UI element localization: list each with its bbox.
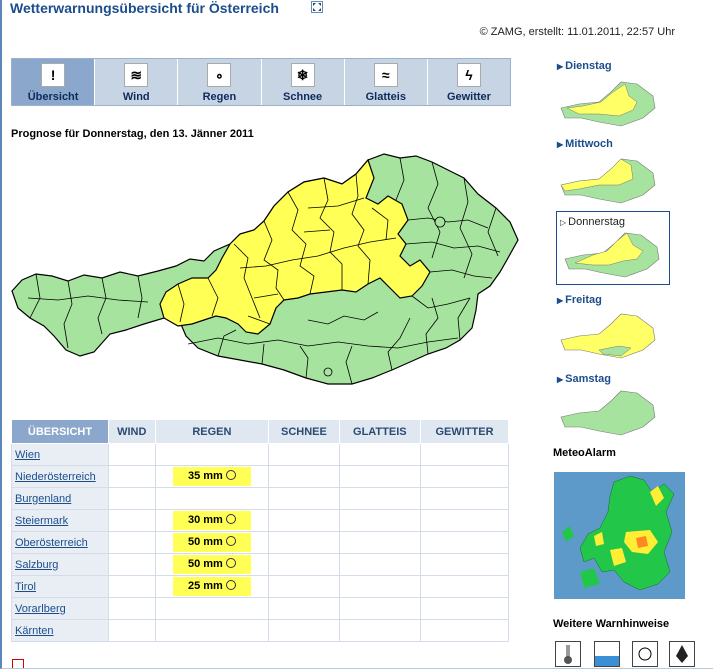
clock-icon <box>225 536 236 546</box>
tab-label: Wind <box>122 91 150 103</box>
rain-icon: ∘ <box>207 63 232 87</box>
table-row: Salzburg 50 mm <box>11 553 509 576</box>
region-link[interactable]: Oberösterreich <box>15 537 88 549</box>
tab-label: Schnee <box>283 91 323 103</box>
meteoalarm-europe-map[interactable] <box>554 472 685 599</box>
regen-warning[interactable]: 35 mm <box>172 467 251 486</box>
windsock-icon: ≋ <box>124 63 149 87</box>
regen-warning[interactable]: 25 mm <box>172 577 251 596</box>
tab-label: Regen <box>202 91 237 103</box>
tab-wind[interactable]: ≋ Wind <box>95 59 179 105</box>
regen-value: 35 mm <box>187 470 223 482</box>
arrow-right-icon: ▶ <box>557 140 564 149</box>
day-label: Dienstag <box>565 60 612 72</box>
thermometer-icon[interactable] <box>555 641 581 667</box>
fire-icon[interactable] <box>669 641 695 667</box>
table-row: Wien <box>11 443 509 466</box>
snowflake-icon: ❄ <box>290 63 315 87</box>
table-row: Kärnten <box>11 619 509 642</box>
mini-map-freitag[interactable] <box>559 310 659 362</box>
lightning-icon: ϟ <box>456 63 481 87</box>
weitere-warnhinweise-title: Weitere Warnhinweise <box>553 618 670 630</box>
table-row: Oberösterreich 50 mm <box>11 531 509 554</box>
day-link-freitag[interactable]: ▶ Freitag <box>557 294 602 306</box>
col-regen[interactable]: REGEN <box>154 419 270 444</box>
table-row: Steiermark 30 mm <box>11 509 509 532</box>
ice-icon: ≈ <box>373 63 398 87</box>
table-row: Vorarlberg <box>11 597 509 620</box>
day-label: Samstag <box>565 373 612 385</box>
day-label: Freitag <box>565 294 602 306</box>
day-label: Donnerstag <box>568 216 626 228</box>
region-link[interactable]: Vorarlberg <box>15 603 66 615</box>
col-uebersicht[interactable]: ÜBERSICHT <box>11 419 109 444</box>
region-link[interactable]: Wien <box>15 449 40 461</box>
table-row: Niederösterreich 35 mm <box>11 465 509 488</box>
regen-warning[interactable]: 30 mm <box>172 511 251 530</box>
col-schnee[interactable]: SCHNEE <box>268 419 340 444</box>
table-row: Burgenland <box>11 487 509 510</box>
arrow-right-icon: ▶ <box>557 62 564 71</box>
regen-value: 50 mm <box>187 536 223 548</box>
avalanche-icon[interactable] <box>632 641 658 667</box>
footer-marker <box>12 659 24 668</box>
tab-regen[interactable]: ∘ Regen <box>178 59 262 105</box>
warning-type-tabs: ! Übersicht ≋ Wind ∘ Regen ❄ Schnee ≈ Gl… <box>11 58 511 106</box>
region-link[interactable]: Steiermark <box>15 515 68 527</box>
arrow-right-icon: ▶ <box>557 296 564 305</box>
tab-label: Glatteis <box>365 91 406 103</box>
clock-icon <box>225 558 236 568</box>
regen-value: 50 mm <box>187 558 223 570</box>
austria-warning-map[interactable] <box>8 148 523 393</box>
tab-label: Übersicht <box>27 91 79 103</box>
day-link-samstag[interactable]: ▶ Samstag <box>557 373 611 385</box>
day-link-dienstag[interactable]: ▶ Dienstag <box>557 60 612 72</box>
mini-map-donnerstag[interactable] <box>563 229 663 281</box>
regen-value: 30 mm <box>187 514 223 526</box>
region-link[interactable]: Tirol <box>15 581 36 593</box>
arrow-right-icon: ▷ <box>560 218 567 227</box>
region-link[interactable]: Burgenland <box>15 493 71 505</box>
warning-table: ÜBERSICHT WIND REGEN SCHNEE GLATTEIS GEW… <box>11 419 509 642</box>
flood-icon[interactable] <box>594 641 620 667</box>
credit-text: © ZAMG, erstellt: 11.01.2011, 22:57 Uhr <box>479 26 675 38</box>
regen-value: 25 mm <box>187 580 223 592</box>
clock-icon <box>225 580 236 590</box>
day-label: Mittwoch <box>565 138 613 150</box>
regen-warning[interactable]: 50 mm <box>172 555 251 574</box>
arrow-right-icon: ▶ <box>557 375 564 384</box>
tab-schnee[interactable]: ❄ Schnee <box>262 59 345 105</box>
vienna-marker <box>434 216 446 228</box>
page-title: Wetterwarnungsübersicht für Österreich <box>10 0 279 16</box>
tab-uebersicht[interactable]: ! Übersicht <box>12 59 96 105</box>
col-glatteis[interactable]: GLATTEIS <box>338 419 422 444</box>
exclamation-icon: ! <box>41 63 66 87</box>
col-wind[interactable]: WIND <box>108 419 156 444</box>
clock-icon <box>225 470 236 480</box>
mini-map-mittwoch[interactable] <box>559 155 659 207</box>
mini-map-samstag[interactable] <box>559 387 659 439</box>
tab-gewitter[interactable]: ϟ Gewitter <box>428 59 510 105</box>
forecast-heading: Prognose für Donnerstag, den 13. Jänner … <box>11 128 254 140</box>
expand-icon[interactable] <box>311 1 323 13</box>
meteoalarm-title: MeteoAlarm <box>553 447 616 459</box>
regen-warning[interactable]: 50 mm <box>172 533 251 552</box>
mini-map-dienstag[interactable] <box>559 78 659 130</box>
tab-label: Gewitter <box>446 91 491 103</box>
region-link[interactable]: Salzburg <box>15 559 58 571</box>
day-link-donnerstag[interactable]: ▷ Donnerstag <box>560 216 625 228</box>
region-link[interactable]: Kärnten <box>15 625 54 637</box>
tab-glatteis[interactable]: ≈ Glatteis <box>345 59 428 105</box>
table-row: Tirol 25 mm <box>11 575 509 598</box>
clock-icon <box>225 514 236 524</box>
day-link-mittwoch[interactable]: ▶ Mittwoch <box>557 138 613 150</box>
region-link[interactable]: Niederösterreich <box>15 471 96 483</box>
col-gewitter[interactable]: GEWITTER <box>420 419 509 444</box>
